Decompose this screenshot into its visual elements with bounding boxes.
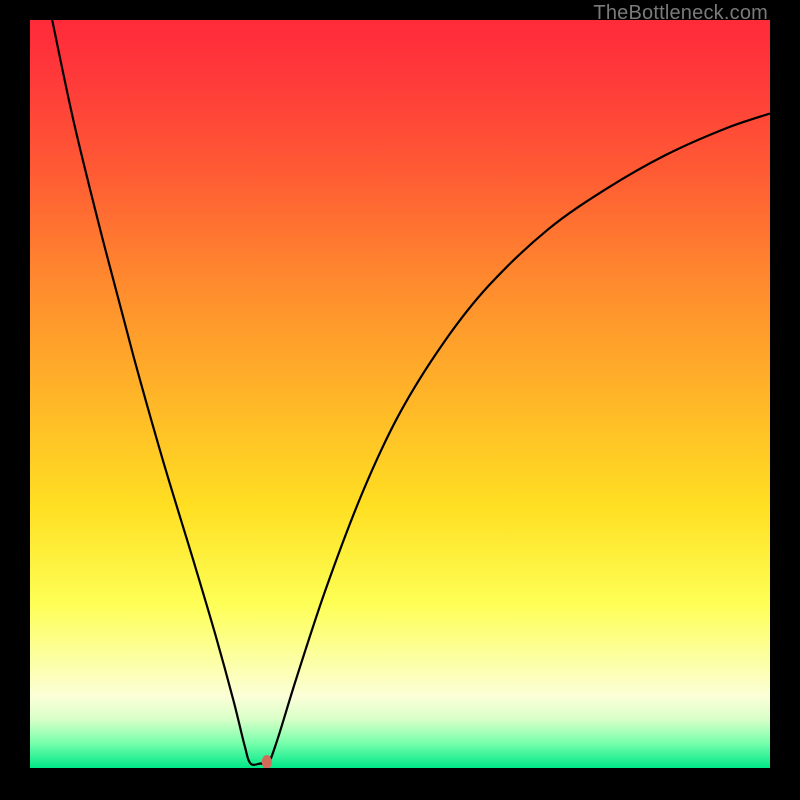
chart-svg xyxy=(30,20,770,768)
chart-background xyxy=(30,20,770,768)
chart-frame xyxy=(30,20,770,768)
